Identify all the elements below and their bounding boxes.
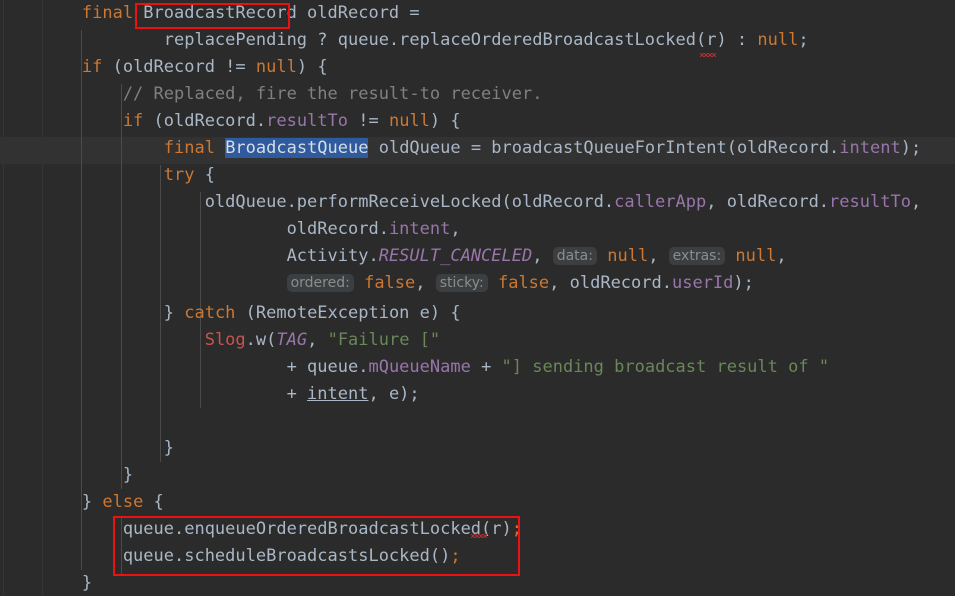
code-line-18[interactable]: } <box>0 462 133 489</box>
code-line-15[interactable]: + intent, e); <box>0 381 420 408</box>
token-keyword-if: if <box>0 57 103 77</box>
token-keyword-false: false <box>364 273 416 293</box>
token-field-userid: userId <box>671 273 734 293</box>
param-hint-sticky: sticky: <box>435 274 488 292</box>
code-line-3[interactable]: if (oldRecord != null) { <box>0 54 328 81</box>
code-line-14[interactable]: + queue.mQueueName + "] sending broadcas… <box>0 354 830 381</box>
token-method-w: .w( <box>245 330 277 350</box>
code-line-12[interactable]: } catch (RemoteException e) { <box>0 300 461 327</box>
token-keyword-null: null <box>735 246 777 266</box>
token-keyword-catch: catch <box>184 303 236 323</box>
token-keyword-else: else <box>102 492 144 512</box>
code-line-17[interactable]: } <box>0 435 174 462</box>
token-semicolon: ; <box>798 30 809 50</box>
token-keyword-final: final <box>0 3 134 23</box>
code-line-1[interactable]: final BroadcastRecord oldRecord = <box>0 0 420 27</box>
token-assignment: oldQueue = broadcastQueueForIntent(oldRe… <box>368 138 840 158</box>
code-line-22[interactable]: } <box>0 570 92 596</box>
token-keyword-null: null <box>255 57 297 77</box>
token-closing-brace: } <box>0 465 134 485</box>
token-type-broadcastrecord: BroadcastRecord oldRecord = <box>133 3 420 23</box>
code-line-13[interactable]: Slog.w(TAG, "Failure [" <box>0 327 440 354</box>
token-brace: ) { <box>429 111 461 131</box>
token-field-resultto: resultTo <box>829 192 911 212</box>
token-operator: != <box>348 111 389 131</box>
token-field-intent: intent <box>839 138 901 158</box>
token-exception-type: (RemoteException e) { <box>235 303 461 323</box>
token-closing-brace: } <box>0 438 174 458</box>
code-lines[interactable]: final BroadcastRecord oldRecord = replac… <box>0 0 955 596</box>
token-string-sending: "] sending broadcast result of " <box>501 357 830 377</box>
code-line-11[interactable]: ordered: false, sticky: false, oldRecord… <box>0 270 754 297</box>
token-keyword-if: if <box>0 111 144 131</box>
token-call-schedule: queue.scheduleBroadcastsLocked() <box>0 546 451 566</box>
code-line-5[interactable]: if (oldRecord.resultTo != null) { <box>0 108 461 135</box>
token-call-enqueue: queue.enqueueOrderedBroadcastLocked(r) <box>0 519 512 539</box>
token-string-failure: "Failure [" <box>327 330 441 350</box>
code-line-10[interactable]: Activity.RESULT_CANCELED, data: null, ex… <box>0 243 787 270</box>
token-comment: // Replaced, fire the result-to receiver… <box>0 84 543 104</box>
param-hint-data: data: <box>552 247 597 265</box>
token-expression: replacePending ? queue.replaceOrderedBro… <box>0 30 758 50</box>
token-field-intent: intent <box>388 219 451 239</box>
code-editor[interactable]: final BroadcastRecord oldRecord = replac… <box>0 0 955 596</box>
token-keyword-null: null <box>388 111 430 131</box>
code-line-9[interactable]: oldRecord.intent, <box>0 216 461 243</box>
token-condition: (oldRecord != <box>102 57 256 77</box>
param-hint-extras: extras: <box>668 247 726 265</box>
code-line-19[interactable]: } else { <box>0 489 164 516</box>
token-receiver: (oldRecord. <box>143 111 267 131</box>
token-closing-brace: } <box>0 573 93 593</box>
token-brace: { <box>194 165 215 185</box>
code-line-6[interactable]: final BroadcastQueue oldQueue = broadcas… <box>0 135 921 162</box>
token-keyword-false: false <box>497 273 550 293</box>
token-keyword-try: try <box>0 165 195 185</box>
token-brace: ) { <box>296 57 328 77</box>
code-line-4[interactable]: // Replaced, fire the result-to receiver… <box>0 81 543 108</box>
token-semicolon: ); <box>900 138 922 158</box>
token-field-callerapp: callerApp <box>614 192 707 212</box>
param-hint-ordered: ordered: <box>286 274 354 292</box>
token-keyword-final: final <box>0 138 215 158</box>
token-field-mqueuename: mQueueName <box>368 357 471 377</box>
token-link-intent[interactable]: intent <box>307 384 368 404</box>
token-class-slog: Slog <box>204 330 246 350</box>
token-method-call: oldQueue.performReceiveLocked(oldRecord. <box>0 192 615 212</box>
token-field-resultto: resultTo <box>266 111 349 131</box>
token-keyword-null: null <box>757 30 799 50</box>
code-line-20[interactable]: queue.enqueueOrderedBroadcastLocked(r); <box>0 516 522 543</box>
code-line-2[interactable]: replacePending ? queue.replaceOrderedBro… <box>0 27 809 54</box>
token-static-result-canceled: RESULT_CANCELED <box>378 246 533 266</box>
code-line-7[interactable]: try { <box>0 162 215 189</box>
code-line-8[interactable]: oldQueue.performReceiveLocked(oldRecord.… <box>0 189 922 216</box>
token-keyword-null: null <box>607 246 649 266</box>
token-static-tag: TAG <box>276 330 308 350</box>
token-brace: { <box>143 492 164 512</box>
code-line-21[interactable]: queue.scheduleBroadcastsLocked(); <box>0 543 461 570</box>
token-selection-broadcastqueue[interactable]: BroadcastQueue <box>225 138 369 158</box>
